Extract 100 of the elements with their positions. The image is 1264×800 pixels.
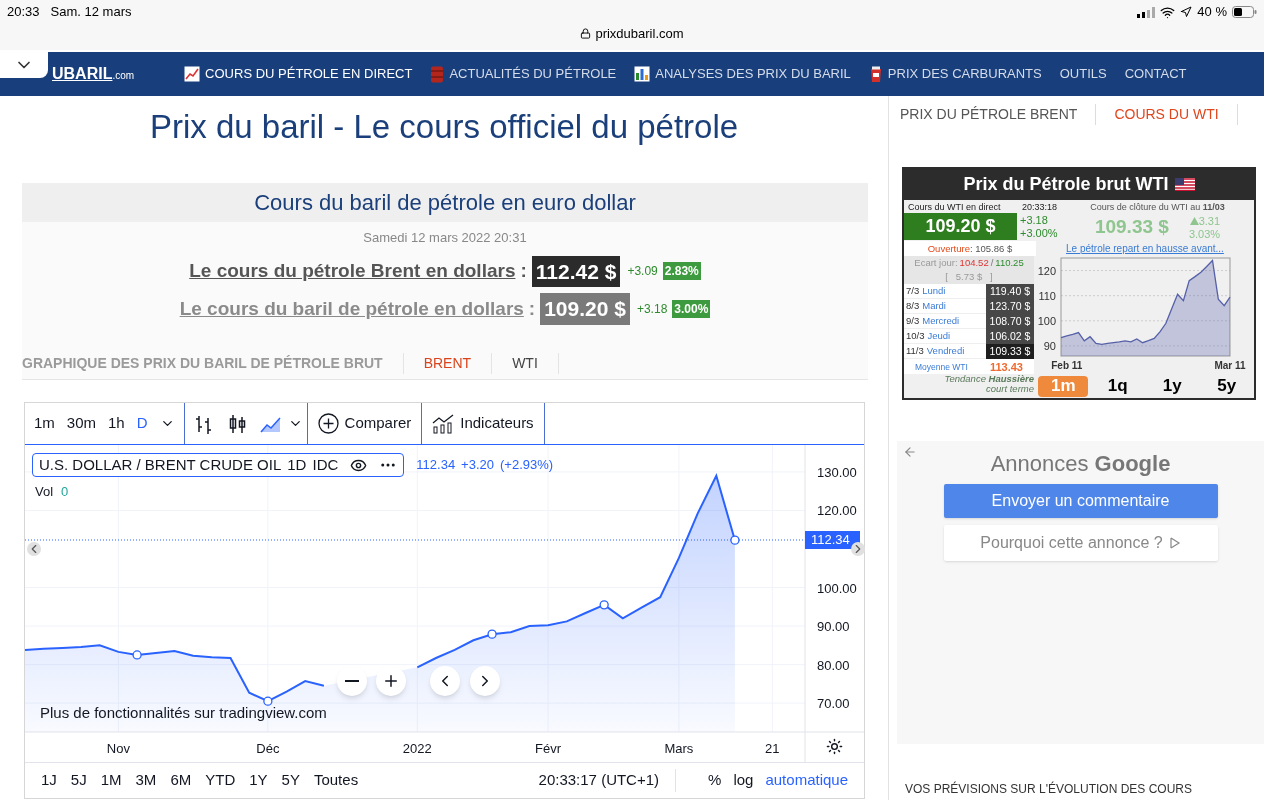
indicators-button[interactable]: Indicateurs <box>422 403 545 444</box>
page-title: Prix du baril - Le cours officiel du pétrole <box>149 107 739 148</box>
range-button[interactable]: 1M <box>100 769 122 792</box>
point-marker[interactable] <box>263 696 273 706</box>
flag-icon <box>1174 178 1195 192</box>
range-button[interactable]: 1Y <box>249 769 268 792</box>
range-high: 110.25 <box>995 256 1024 271</box>
live-label: Cours du WTI en direct <box>908 202 1001 214</box>
why-ad-button[interactable]: Pourquoi cette annonce ? <box>943 525 1218 561</box>
range-button[interactable]: 6M <box>170 769 192 792</box>
sidebar-tab[interactable]: COURS DU WTI <box>1114 104 1238 125</box>
close-label: Cours de clôture du WTI au 11/03 <box>1090 202 1225 214</box>
plus-circle-icon <box>317 413 339 434</box>
site-logo[interactable]: UBARIL <box>52 62 113 86</box>
close-price: 109.33 $ <box>1094 215 1169 240</box>
period-button[interactable]: 5y <box>1201 375 1252 397</box>
open-label: Ouverture <box>927 241 970 256</box>
chart-heading: GRAPHIQUE DES PRIX DU BARIL DE PÉTROLE BRUT <box>22 352 404 374</box>
battery-icon <box>1232 6 1257 18</box>
chart-time: 20:33:17 (UTC+1) <box>538 769 677 792</box>
chart-tab[interactable]: WTI <box>492 352 559 374</box>
range-button[interactable]: 5J <box>70 769 87 792</box>
day-name: Jeudi <box>927 329 951 344</box>
range-width: [ 5.73 $ ] <box>945 270 993 285</box>
day-date: 8/3 <box>905 299 920 314</box>
box-title: Cours du baril de pétrole en euro dollar <box>254 189 636 217</box>
price-value: 109.20 $ <box>540 293 630 325</box>
news-link[interactable]: Le pétrole repart en hausse avant... <box>1066 241 1224 257</box>
axis-label: Mar 11 <box>1214 360 1246 372</box>
nav-link[interactable]: CONTACT <box>1124 64 1187 84</box>
interval-button[interactable]: D <box>136 412 148 435</box>
symbol-legend[interactable]: U.S. DOLLAR / BRENT CRUDE OIL 1D IDC <box>32 453 405 477</box>
back-arrow-icon[interactable] <box>903 445 917 459</box>
day-date: 11/3 <box>905 344 924 359</box>
scale-button[interactable]: log <box>733 769 754 792</box>
axis-label: 21 <box>765 741 780 756</box>
plus-icon <box>382 672 400 690</box>
wifi-icon <box>1160 4 1176 20</box>
point-marker[interactable] <box>730 535 740 545</box>
day-date: 10/3 <box>905 329 925 344</box>
range-button[interactable]: 1J <box>41 769 57 792</box>
open-value: : 105.86 $ <box>970 241 1013 256</box>
nav-link[interactable]: COURS DU PÉTROLE EN DIRECT <box>184 64 413 84</box>
day-date: 9/3 <box>905 314 920 329</box>
sidebar-tab[interactable]: PRIX DU PÉTROLE BRENT <box>900 104 1097 125</box>
range-button[interactable]: 5Y <box>281 769 300 792</box>
close-change: 3.31 <box>1198 214 1221 228</box>
scroll-right-icon[interactable] <box>851 542 865 556</box>
period-button[interactable]: 1q <box>1092 375 1143 397</box>
axis-label: Mars <box>664 741 694 756</box>
widget-title: Prix du Pétrole brut WTI <box>963 173 1169 197</box>
sun-icon[interactable] <box>826 738 843 755</box>
point-marker[interactable] <box>132 650 142 660</box>
day-name: Vendredi <box>926 344 965 359</box>
nav-link[interactable]: ANALYSES DES PRIX DU BARIL <box>634 64 851 84</box>
scale-button[interactable]: automatique <box>765 769 848 792</box>
quote-date: Samedi 12 mars 2022 20:31 <box>363 229 527 247</box>
interval-button[interactable]: 1m <box>34 412 55 435</box>
signal-icon <box>1137 6 1156 18</box>
nav-link[interactable]: PRIX DES CARBURANTS <box>868 64 1042 84</box>
average-value: 113.43 <box>989 359 1023 375</box>
scroll-left-icon[interactable] <box>27 542 41 556</box>
status-date: Sam. 12 mars <box>50 3 132 22</box>
zoom-out-button[interactable] <box>337 666 367 696</box>
promo-link[interactable]: Plus de fonctionnalités sur tradingview.com <box>40 702 327 725</box>
axis-label: Déc <box>256 741 280 756</box>
axis-label: 100.00 <box>817 580 857 596</box>
quote-link[interactable]: Le cours du pétrole Brent en dollars <box>189 257 516 286</box>
range-button[interactable]: 3M <box>135 769 157 792</box>
point-marker[interactable] <box>487 629 497 639</box>
point-marker[interactable] <box>599 600 609 610</box>
address-url[interactable]: prixdubaril.com <box>595 24 684 44</box>
chart-tab[interactable]: BRENT <box>403 352 493 374</box>
nav-link[interactable]: OUTILS <box>1059 64 1107 84</box>
period-button[interactable]: 1y <box>1147 375 1198 397</box>
trend-subtitle: court terme <box>985 384 1034 395</box>
interval-button[interactable]: 30m <box>66 412 97 435</box>
up-triangle-icon <box>1189 217 1199 226</box>
zoom-in-button[interactable] <box>376 666 406 696</box>
range-button[interactable]: Toutes <box>313 769 359 792</box>
day-name: Mercredi <box>922 314 960 329</box>
percent-badge: 3.00% <box>672 299 711 318</box>
battery-percent: 40 % <box>1197 3 1227 22</box>
feedback-button[interactable]: Envoyer un commentaire <box>943 484 1218 518</box>
volume-label: Vol <box>35 483 54 501</box>
clock-time: 20:33 <box>7 3 40 22</box>
nav-link[interactable]: ACTUALITÉS DU PÉTROLE <box>430 64 617 84</box>
lock-icon <box>580 28 592 40</box>
average-label: Moyenne WTI <box>915 360 968 374</box>
compare-button[interactable]: Comparer <box>307 403 423 444</box>
range-button[interactable]: YTD <box>205 769 236 792</box>
scale-button[interactable]: % <box>708 769 722 792</box>
live-price: 109.20 $ <box>904 213 1017 241</box>
colon-text: : <box>528 296 536 321</box>
symbol-source: IDC <box>312 454 339 475</box>
collapse-tab[interactable] <box>0 52 48 78</box>
volume-value: 0 <box>61 483 69 501</box>
day-date: 7/3 <box>905 284 920 299</box>
day-name: Lundi <box>922 284 946 299</box>
interval-button[interactable]: 1h <box>108 412 125 435</box>
